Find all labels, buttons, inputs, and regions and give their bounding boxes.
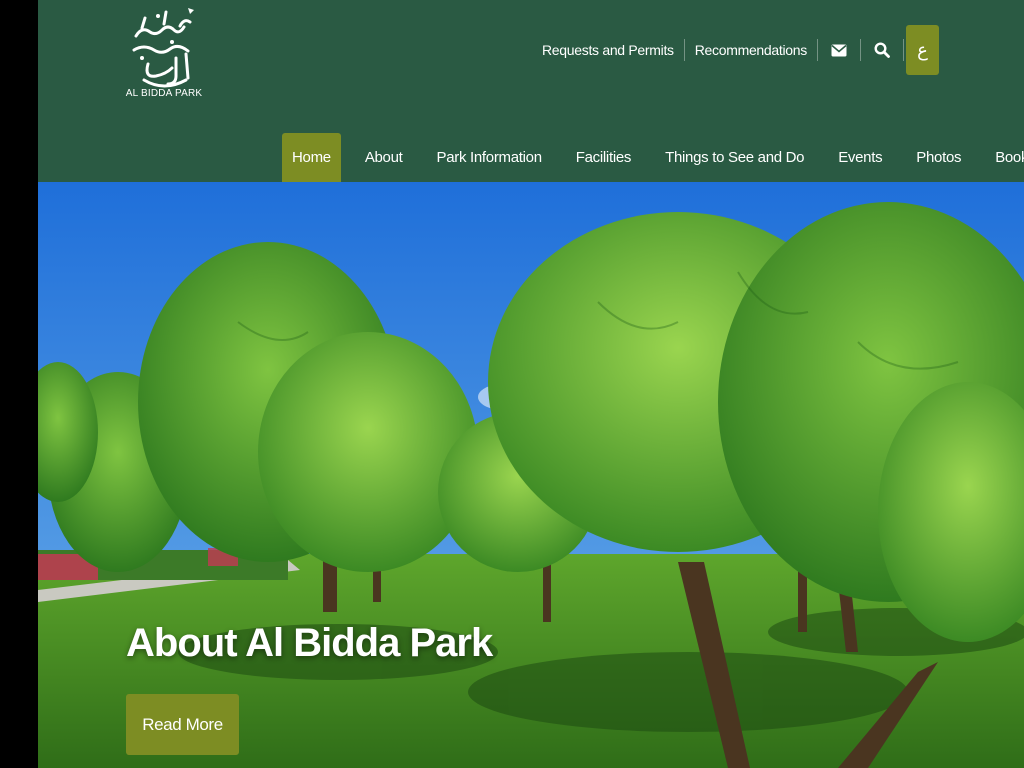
left-black-strip <box>0 0 38 768</box>
search-icon <box>874 42 890 58</box>
al-bidda-park-logo[interactable]: AL BIDDA PARK <box>124 6 204 116</box>
read-more-button[interactable]: Read More <box>126 694 239 755</box>
search-button[interactable] <box>861 30 903 70</box>
site-page: AL BIDDA PARK Requests and Permits Recom… <box>38 0 1024 768</box>
nav-booking[interactable]: Booking <box>985 133 1024 182</box>
nav-park-information[interactable]: Park Information <box>427 133 552 182</box>
separator <box>902 39 904 61</box>
nav-about[interactable]: About <box>355 133 413 182</box>
requests-and-permits-link[interactable]: Requests and Permits <box>532 42 684 58</box>
recommendations-link[interactable]: Recommendations <box>685 42 817 58</box>
nav-facilities[interactable]: Facilities <box>566 133 641 182</box>
language-toggle-button[interactable]: ع <box>905 25 939 75</box>
mail-button[interactable] <box>818 30 860 70</box>
hero-banner: About Al Bidda Park Read More <box>38 182 1024 768</box>
nav-photos[interactable]: Photos <box>906 133 971 182</box>
main-navigation: Home About Park Information Facilities T… <box>282 133 1024 182</box>
calligraphy-logo-icon <box>132 8 194 88</box>
hero-title: About Al Bidda Park <box>126 620 493 665</box>
nav-home[interactable]: Home <box>282 133 341 182</box>
site-header: AL BIDDA PARK Requests and Permits Recom… <box>38 0 1024 182</box>
envelope-icon <box>831 44 847 56</box>
logo-text: AL BIDDA PARK <box>125 88 203 99</box>
park-trees-hero-image <box>38 182 1024 768</box>
nav-events[interactable]: Events <box>828 133 892 182</box>
nav-things-to-see-and-do[interactable]: Things to See and Do <box>655 133 814 182</box>
utility-links: Requests and Permits Recommendations ع <box>532 25 939 75</box>
